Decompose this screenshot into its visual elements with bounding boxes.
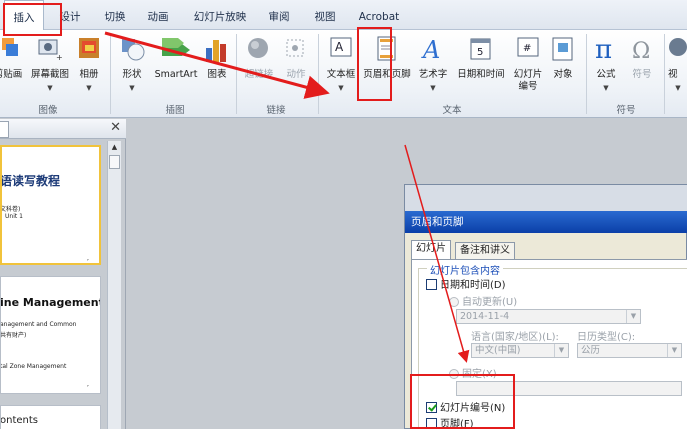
annotation-arrows — [104, 31, 470, 363]
annotation-arrow — [404, 144, 470, 363]
annotation-arrow — [104, 31, 330, 99]
